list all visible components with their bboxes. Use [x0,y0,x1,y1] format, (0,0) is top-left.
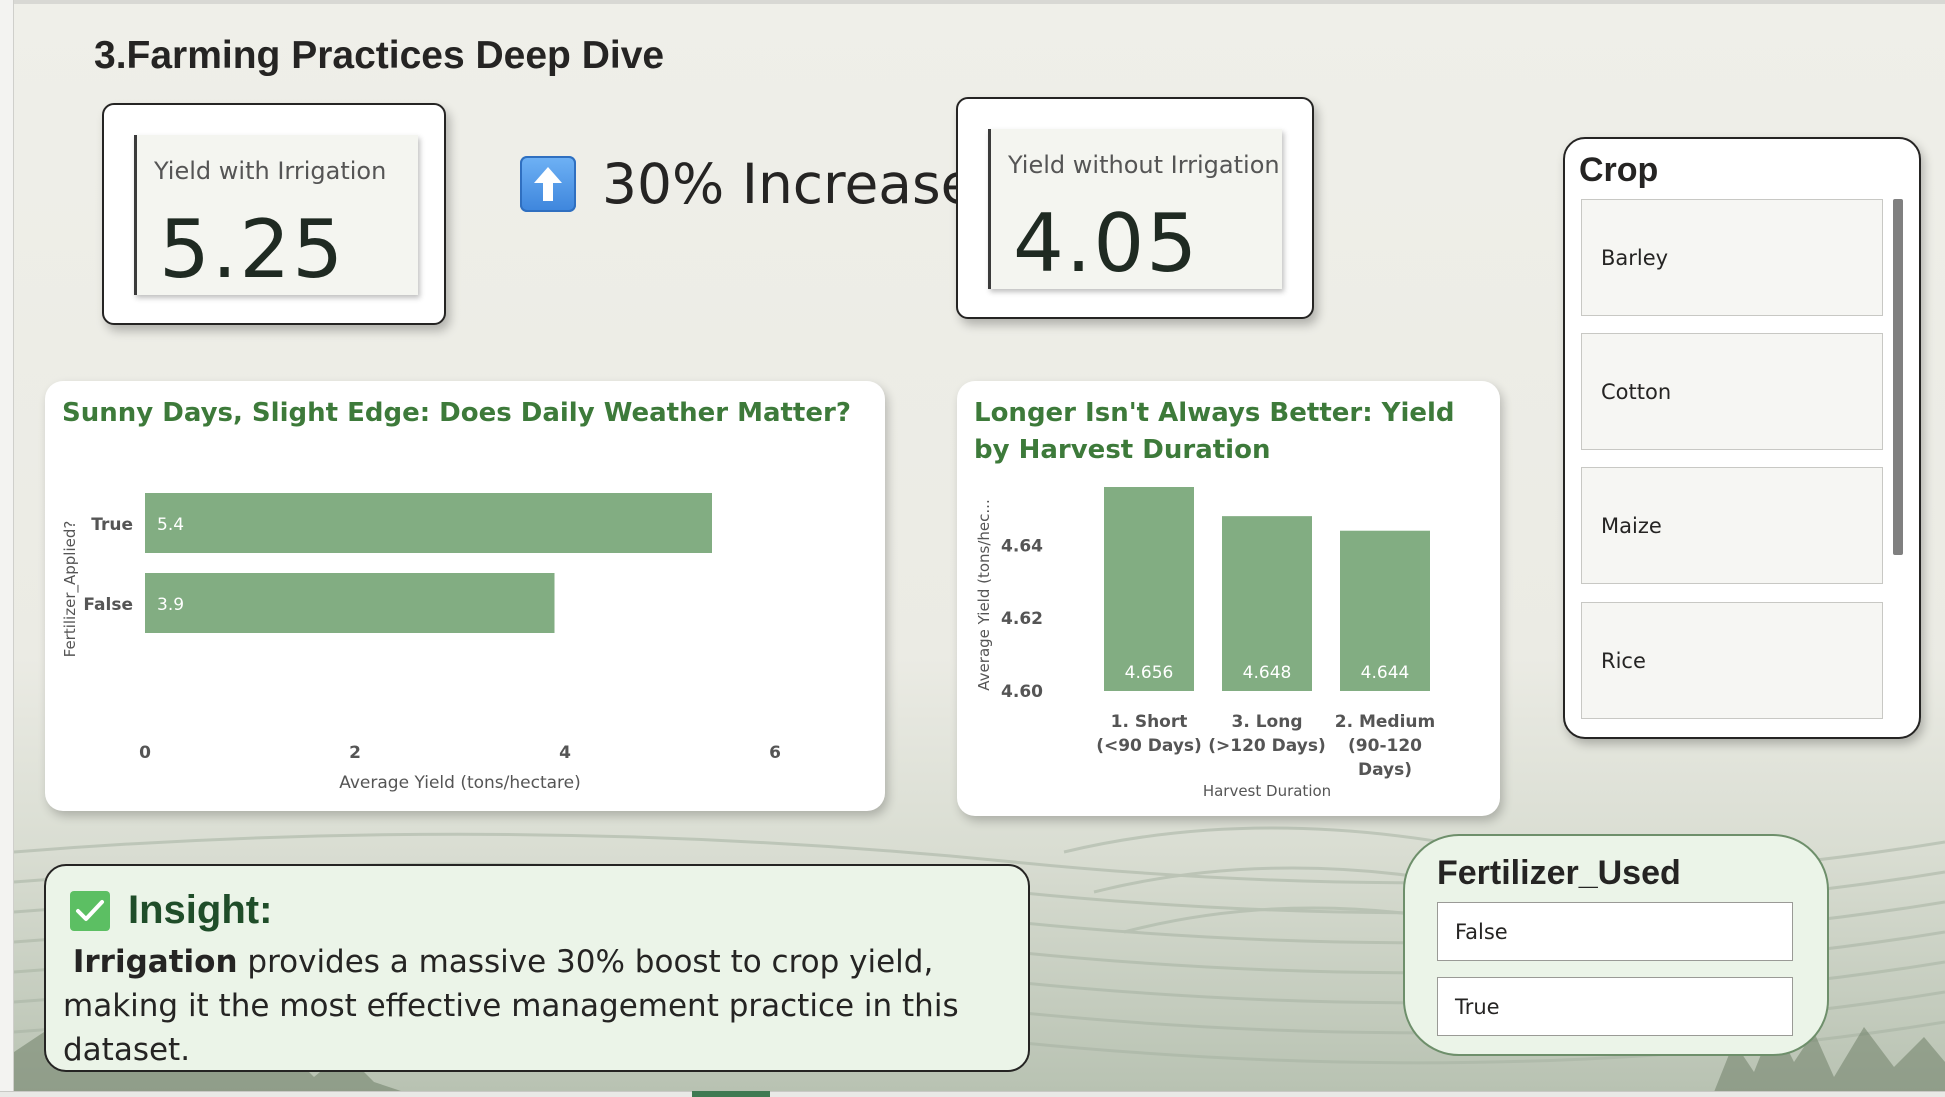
fertilizer-slicer-title: Fertilizer_Used [1437,854,1681,892]
insight-box: Insight: Irrigation provides a massive 3… [44,864,1030,1072]
bar-label: 5.4 [157,515,184,535]
chart-harvest-duration[interactable]: Longer Isn't Always Better: Yield by Har… [957,381,1500,816]
x-tick-label: 6 [769,743,781,763]
crop-slicer-item-barley[interactable]: Barley [1581,199,1883,316]
active-page-tab[interactable] [692,1091,770,1097]
category-label: 1. Short [1111,712,1188,732]
insight-title: Insight: [128,888,273,932]
kpi-inner-without-irrigation: Yield without Irrigation 4.05 [988,129,1282,290]
page-title: 3.Farming Practices Deep Dive [94,34,665,77]
left-panel-edge [0,0,14,1097]
kpi-card-with-irrigation[interactable]: Yield with Irrigation 5.25 [102,103,446,325]
x-tick-label: 4 [559,743,571,763]
category-label: (<90 Days) [1096,736,1202,756]
category-label: False [83,595,133,615]
bar-true [145,493,712,553]
kpi-card-without-irrigation[interactable]: Yield without Irrigation 4.05 [956,97,1314,319]
fertilizer-slicer-item-false[interactable]: False [1437,902,1793,961]
crop-slicer-item-cotton[interactable]: Cotton [1581,333,1883,450]
increase-indicator: 30% Increase [520,152,975,216]
kpi-label: Yield with Irrigation [154,157,387,185]
bar-label: 4.656 [1125,663,1174,683]
category-label: Days) [1358,760,1412,780]
y-tick-label: 4.62 [1001,609,1043,629]
category-label: True [91,515,133,535]
bar-label: 4.644 [1361,663,1410,683]
x-axis-title: Harvest Duration [1203,782,1331,800]
bar-false [145,573,555,633]
bar-label: 3.9 [157,595,184,615]
fertilizer-slicer-item-true[interactable]: True [1437,977,1793,1036]
y-tick-label: 4.64 [1001,536,1043,556]
chart-fertilizer-yield-plot: 5.4 True 3.9 False 0 2 4 6 Average Yield (tons/h… [61,493,781,793]
crop-slicer-title: Crop [1579,151,1659,189]
y-axis-title: Fertilizer_Applied? [61,521,80,658]
increase-text: 30% Increase [602,152,975,216]
fertilizer-slicer[interactable]: Fertilizer_Used False True [1403,834,1829,1056]
category-label: (90-120 [1348,736,1422,756]
insight-bold-term: Irrigation [72,944,238,980]
crop-slicer[interactable]: Crop Barley Cotton Maize Rice [1563,137,1921,739]
x-tick-label: 0 [139,743,151,763]
kpi-value: 4.05 [1013,197,1200,290]
insight-header: Insight: [70,888,272,933]
bar-label: 4.648 [1243,663,1292,683]
insight-text: Irrigation provides a massive 30% boost … [63,940,1023,1072]
kpi-value: 5.25 [159,203,346,296]
category-label: (>120 Days) [1208,736,1325,756]
category-label: 3. Long [1232,712,1303,732]
category-label: 2. Medium [1335,712,1435,732]
crop-slicer-item-maize[interactable]: Maize [1581,467,1883,584]
chart-harvest-duration-plot: 4.656 1. Short (<90 Days) 4.648 3. Long (>120… [975,487,1435,800]
bar-1 [1104,487,1194,691]
bottom-page-tabs [0,1091,1945,1097]
crop-slicer-item-rice[interactable]: Rice [1581,602,1883,719]
y-tick-label: 4.60 [1001,682,1043,702]
check-icon [70,890,110,931]
crop-slicer-scrollbar[interactable] [1893,199,1903,555]
x-tick-label: 2 [349,743,361,763]
kpi-inner-with-irrigation: Yield with Irrigation 5.25 [134,135,418,296]
x-axis-title: Average Yield (tons/hectare) [339,773,581,793]
kpi-label: Yield without Irrigation [1008,151,1280,179]
up-arrow-icon [520,156,576,212]
y-axis-title: Average Yield (tons/hec... [975,499,993,690]
chart-fertilizer-yield[interactable]: Sunny Days, Slight Edge: Does Daily Weat… [45,381,885,811]
